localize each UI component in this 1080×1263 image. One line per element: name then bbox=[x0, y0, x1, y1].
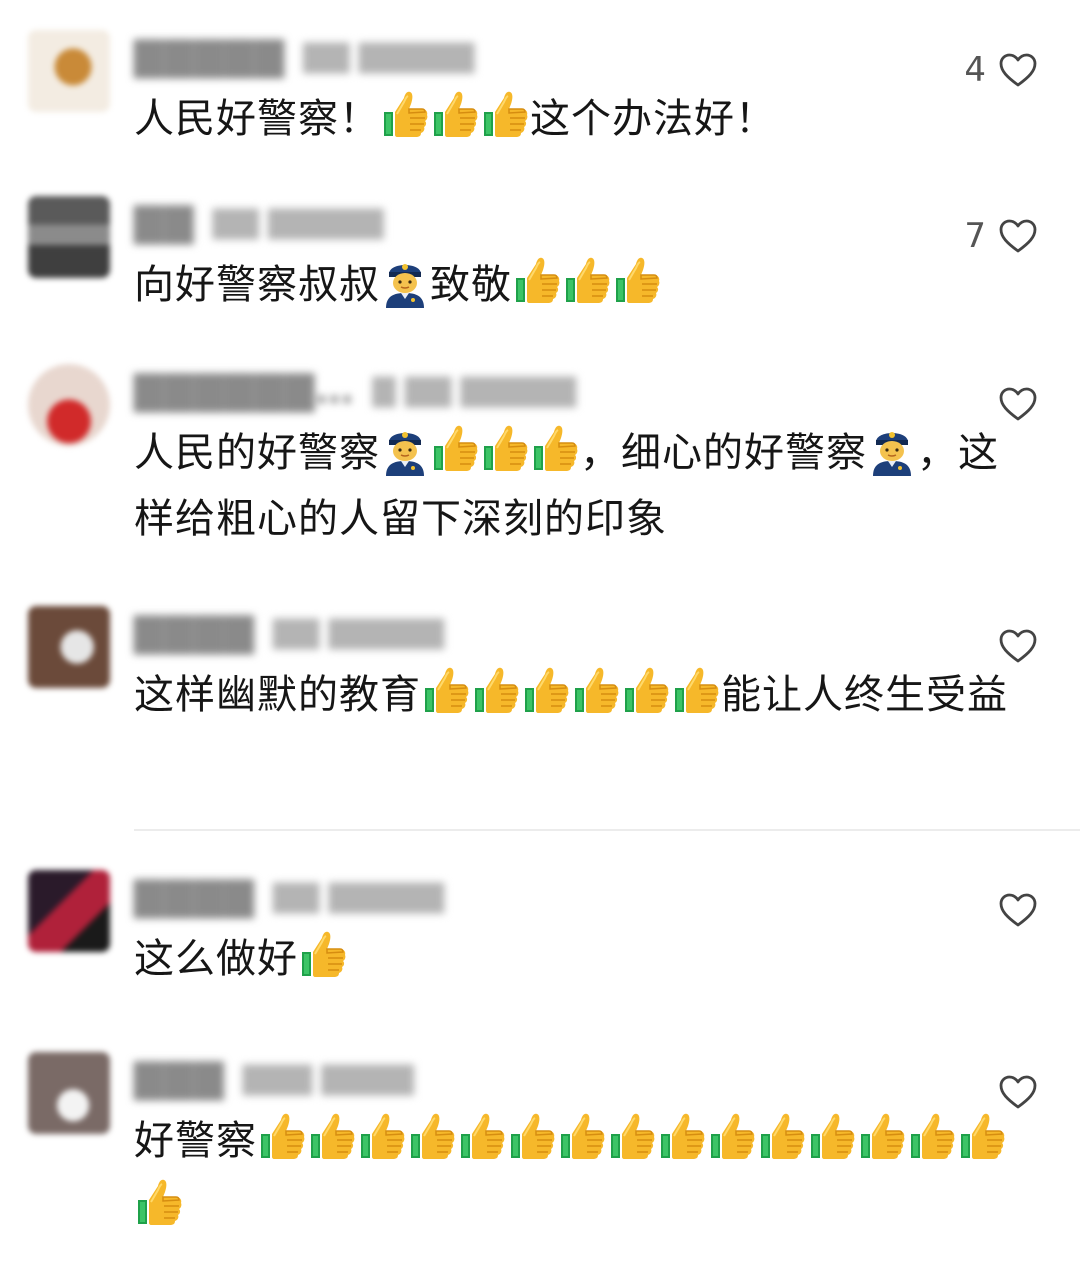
thumbs-up-emoji bbox=[571, 664, 621, 718]
location-time-blurred: ▇▇▇ ▇▇▇▇ bbox=[242, 1060, 414, 1096]
thumbs-up-emoji bbox=[298, 928, 348, 982]
comment-meta: ▇▇▇▇ ▇▇ ▇▇▇▇▇ bbox=[134, 610, 444, 654]
thumbs-up-emoji bbox=[457, 1110, 507, 1164]
thumbs-up-emoji bbox=[380, 88, 430, 142]
location-time-blurred: ▇ ▇▇ ▇▇▇▇▇ bbox=[372, 372, 576, 408]
comment-meta: ▇▇▇▇▇ ▇▇ ▇▇▇▇▇ bbox=[134, 34, 474, 78]
location-time-blurred: ▇▇ ▇▇▇▇▇ bbox=[272, 614, 444, 650]
thumbs-up-emoji bbox=[557, 1110, 607, 1164]
comment-list: ▇▇▇▇▇ ▇▇ ▇▇▇▇▇ 4 人民好警察！ 这个办法好！ ▇▇ ▇▇ ▇▇▇▇… bbox=[0, 0, 1080, 1263]
like-button[interactable]: 4 bbox=[964, 50, 1038, 90]
thumbs-up-emoji bbox=[480, 422, 530, 476]
thumbs-up-emoji bbox=[707, 1110, 757, 1164]
thumbs-up-emoji bbox=[857, 1110, 907, 1164]
thumbs-up-emoji bbox=[257, 1110, 307, 1164]
thumbs-up-emoji bbox=[530, 422, 580, 476]
comment-meta: ▇▇ ▇▇ ▇▇▇▇▇ bbox=[134, 200, 384, 244]
heart-outline-icon[interactable] bbox=[998, 52, 1038, 88]
comment-meta: ▇▇▇▇ ▇▇ ▇▇▇▇▇ bbox=[134, 874, 444, 918]
like-button[interactable] bbox=[986, 384, 1038, 424]
comment-item: ▇▇▇▇▇ ▇▇ ▇▇▇▇▇ 4 人民好警察！ 这个办法好！ bbox=[0, 30, 1080, 150]
avatar[interactable] bbox=[28, 364, 110, 446]
location-time-blurred: ▇▇ ▇▇▇▇▇ bbox=[272, 878, 444, 914]
like-button[interactable] bbox=[986, 1072, 1038, 1112]
comment-text-part: 能让人终生受益 bbox=[721, 672, 1008, 718]
comment-text-part: 这样幽默的教育 bbox=[134, 672, 421, 718]
comment-item: ▇▇▇▇▇▇… ▇ ▇▇ ▇▇▇▇▇ 人民的好警察 ，细心的好警察 ，这样给粗心的人… bbox=[0, 364, 1080, 554]
thumbs-up-emoji bbox=[430, 422, 480, 476]
thumbs-up-emoji bbox=[907, 1110, 957, 1164]
thumbs-up-emoji bbox=[357, 1110, 407, 1164]
avatar[interactable] bbox=[28, 196, 110, 278]
police-officer-emoji bbox=[380, 422, 430, 476]
comment-text-part: ，细心的好警察 bbox=[580, 430, 867, 476]
comment-text-part: 好警察 bbox=[134, 1118, 257, 1164]
like-count: 4 bbox=[964, 50, 986, 90]
thumbs-up-emoji bbox=[507, 1110, 557, 1164]
avatar[interactable] bbox=[28, 606, 110, 688]
thumbs-up-emoji bbox=[480, 88, 530, 142]
comment-item: ▇▇▇▇ ▇▇ ▇▇▇▇▇ 这么做好 bbox=[0, 870, 1080, 990]
comment-item: ▇▇▇▇ ▇▇ ▇▇▇▇▇ 这样幽默的教育 能让人终生受益 bbox=[0, 606, 1080, 796]
thumbs-up-emoji bbox=[512, 254, 562, 308]
police-officer-emoji bbox=[380, 254, 430, 308]
avatar[interactable] bbox=[28, 30, 110, 112]
nickname-blurred[interactable]: ▇▇▇ bbox=[134, 1056, 225, 1100]
thumbs-up-emoji bbox=[430, 88, 480, 142]
thumbs-up-emoji bbox=[621, 664, 671, 718]
like-count: 7 bbox=[964, 216, 986, 256]
comment-text: 好警察 bbox=[134, 1108, 1014, 1240]
thumbs-up-emoji bbox=[471, 664, 521, 718]
location-time-blurred: ▇▇ ▇▇▇▇▇ bbox=[212, 204, 384, 240]
avatar[interactable] bbox=[28, 1052, 110, 1134]
thumbs-up-emoji bbox=[757, 1110, 807, 1164]
thumbs-up-emoji bbox=[521, 664, 571, 718]
nickname-blurred[interactable]: ▇▇▇▇▇▇… bbox=[134, 368, 354, 412]
location-time-blurred: ▇▇ ▇▇▇▇▇ bbox=[303, 38, 475, 74]
comment-text-part: 向好警察叔叔 bbox=[134, 262, 380, 308]
comment-item: ▇▇▇ ▇▇▇ ▇▇▇▇ 好警察 bbox=[0, 1052, 1080, 1242]
comment-item: ▇▇ ▇▇ ▇▇▇▇▇ 7 向好警察叔叔 致敬 bbox=[0, 196, 1080, 316]
comment-text: 人民好警察！ 这个办法好！ bbox=[134, 86, 1014, 152]
thumbs-up-emoji bbox=[562, 254, 612, 308]
thumbs-up-emoji bbox=[612, 254, 662, 308]
heart-outline-icon[interactable] bbox=[998, 892, 1038, 928]
section-divider bbox=[134, 829, 1080, 831]
like-button[interactable] bbox=[986, 890, 1038, 930]
avatar[interactable] bbox=[28, 870, 110, 952]
heart-outline-icon[interactable] bbox=[998, 628, 1038, 664]
nickname-blurred[interactable]: ▇▇▇▇ bbox=[134, 874, 255, 918]
thumbs-up-emoji bbox=[807, 1110, 857, 1164]
nickname-blurred[interactable]: ▇▇ bbox=[134, 200, 194, 244]
thumbs-up-emoji bbox=[407, 1110, 457, 1164]
like-button[interactable]: 7 bbox=[964, 216, 1038, 256]
comment-text: 这么做好 bbox=[134, 926, 1014, 992]
thumbs-up-emoji bbox=[134, 1176, 184, 1230]
heart-outline-icon[interactable] bbox=[998, 1074, 1038, 1110]
comment-meta: ▇▇▇ ▇▇▇ ▇▇▇▇ bbox=[134, 1056, 414, 1100]
comment-text-part: 人民的好警察 bbox=[134, 430, 380, 476]
comment-meta: ▇▇▇▇▇▇… ▇ ▇▇ ▇▇▇▇▇ bbox=[134, 368, 576, 412]
thumbs-up-emoji bbox=[421, 664, 471, 718]
comment-text: 这样幽默的教育 能让人终生受益 bbox=[134, 662, 1014, 728]
comment-text-part: 人民好警察！ bbox=[134, 96, 380, 142]
heart-outline-icon[interactable] bbox=[998, 386, 1038, 422]
like-button[interactable] bbox=[986, 626, 1038, 666]
comment-text-part: 这么做好 bbox=[134, 936, 298, 982]
thumbs-up-emoji bbox=[957, 1110, 1007, 1164]
comment-text-part: 这个办法好！ bbox=[530, 96, 776, 142]
thumbs-up-emoji bbox=[307, 1110, 357, 1164]
thumbs-up-emoji bbox=[671, 664, 721, 718]
comment-text: 向好警察叔叔 致敬 bbox=[134, 252, 1014, 318]
nickname-blurred[interactable]: ▇▇▇▇▇ bbox=[134, 34, 285, 78]
thumbs-up-emoji bbox=[607, 1110, 657, 1164]
nickname-blurred[interactable]: ▇▇▇▇ bbox=[134, 610, 255, 654]
comment-text-part: 致敬 bbox=[430, 262, 512, 308]
thumbs-up-emoji bbox=[657, 1110, 707, 1164]
police-officer-emoji bbox=[867, 422, 917, 476]
heart-outline-icon[interactable] bbox=[998, 218, 1038, 254]
comment-text: 人民的好警察 ，细心的好警察 ，这样给粗心的人留下深刻的印象 bbox=[134, 420, 1014, 552]
